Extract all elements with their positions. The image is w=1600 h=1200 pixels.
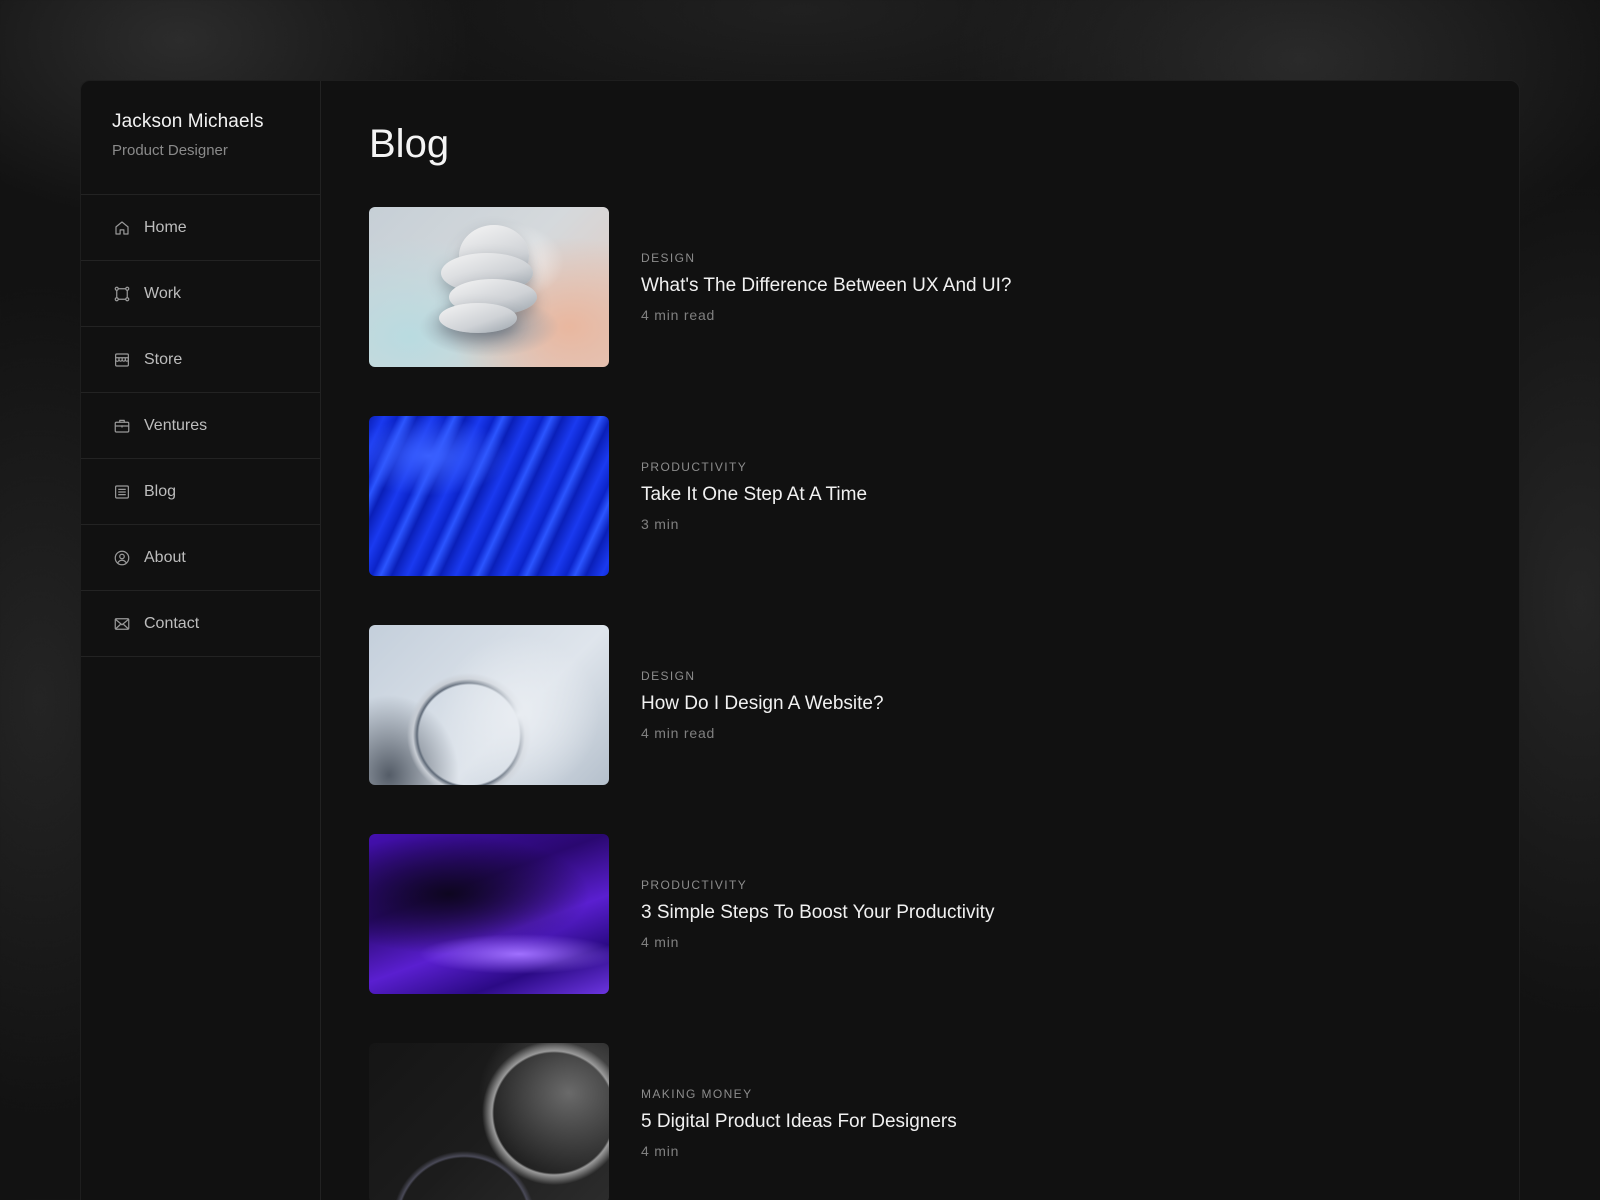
post-title[interactable]: 3 Simple Steps To Boost Your Productivit… [641,902,994,924]
sidebar-item-blog[interactable]: Blog [81,459,320,525]
post-read-time: 4 min [641,934,680,950]
sidebar-item-home[interactable]: Home [81,195,320,261]
post-read-time: 4 min read [641,725,716,741]
sidebar-item-ventures[interactable]: Ventures [81,393,320,459]
post-item[interactable]: PRODUCTIVITY 3 Simple Steps To Boost You… [369,834,1519,994]
sidebar-item-contact[interactable]: Contact [81,591,320,657]
user-circle-icon [113,549,131,567]
sidebar-item-label: Contact [144,614,200,632]
sidebar-item-label: Home [144,218,187,236]
post-category: DESIGN [641,251,696,265]
post-thumbnail[interactable] [369,207,609,367]
sidebar-item-label: Store [144,350,183,368]
post-item[interactable]: DESIGN How Do I Design A Website? 4 min … [369,625,1519,785]
main-content: Blog DESIGN What's The Difference Betwee… [321,81,1519,1200]
post-thumbnail[interactable] [369,1043,609,1200]
mail-icon [113,615,131,633]
post-category: PRODUCTIVITY [641,460,748,474]
post-thumbnail[interactable] [369,625,609,785]
post-thumbnail[interactable] [369,416,609,576]
post-meta: DESIGN What's The Difference Between UX … [641,251,1011,323]
post-read-time: 3 min [641,516,680,532]
post-list: DESIGN What's The Difference Between UX … [369,207,1519,1200]
post-category: MAKING MONEY [641,1087,753,1101]
post-category: DESIGN [641,669,696,683]
sidebar: Jackson Michaels Product Designer Home W… [81,81,321,1200]
sidebar-item-store[interactable]: Store [81,327,320,393]
sidebar-item-label: Work [144,284,182,302]
post-read-time: 4 min [641,1143,680,1159]
post-title[interactable]: 5 Digital Product Ideas For Designers [641,1111,957,1133]
post-meta: PRODUCTIVITY Take It One Step At A Time … [641,460,867,532]
post-title[interactable]: What's The Difference Between UX And UI? [641,275,1011,297]
app-window: Jackson Michaels Product Designer Home W… [80,80,1520,1200]
profile-header: Jackson Michaels Product Designer [81,81,320,195]
briefcase-icon [113,417,131,435]
post-item[interactable]: PRODUCTIVITY Take It One Step At A Time … [369,416,1519,576]
sidebar-item-work[interactable]: Work [81,261,320,327]
post-meta: DESIGN How Do I Design A Website? 4 min … [641,669,884,741]
home-icon [113,219,131,237]
post-category: PRODUCTIVITY [641,878,748,892]
post-thumbnail[interactable] [369,834,609,994]
post-item[interactable]: MAKING MONEY 5 Digital Product Ideas For… [369,1043,1519,1200]
profile-name: Jackson Michaels [112,111,264,132]
post-meta: PRODUCTIVITY 3 Simple Steps To Boost You… [641,878,994,950]
blog-icon [113,483,131,501]
post-item[interactable]: DESIGN What's The Difference Between UX … [369,207,1519,367]
post-meta: MAKING MONEY 5 Digital Product Ideas For… [641,1087,957,1159]
store-icon [113,351,131,369]
page-title: Blog [369,122,450,166]
profile-role: Product Designer [112,142,228,159]
sidebar-item-label: About [144,548,186,566]
sidebar-item-label: Ventures [144,416,208,434]
post-read-time: 4 min read [641,307,716,323]
work-icon [113,285,131,303]
post-title[interactable]: Take It One Step At A Time [641,484,867,506]
post-title[interactable]: How Do I Design A Website? [641,693,884,715]
sidebar-nav: Home Work Store Ventures Blog About Cont… [81,195,320,657]
sidebar-item-label: Blog [144,482,177,500]
sidebar-item-about[interactable]: About [81,525,320,591]
